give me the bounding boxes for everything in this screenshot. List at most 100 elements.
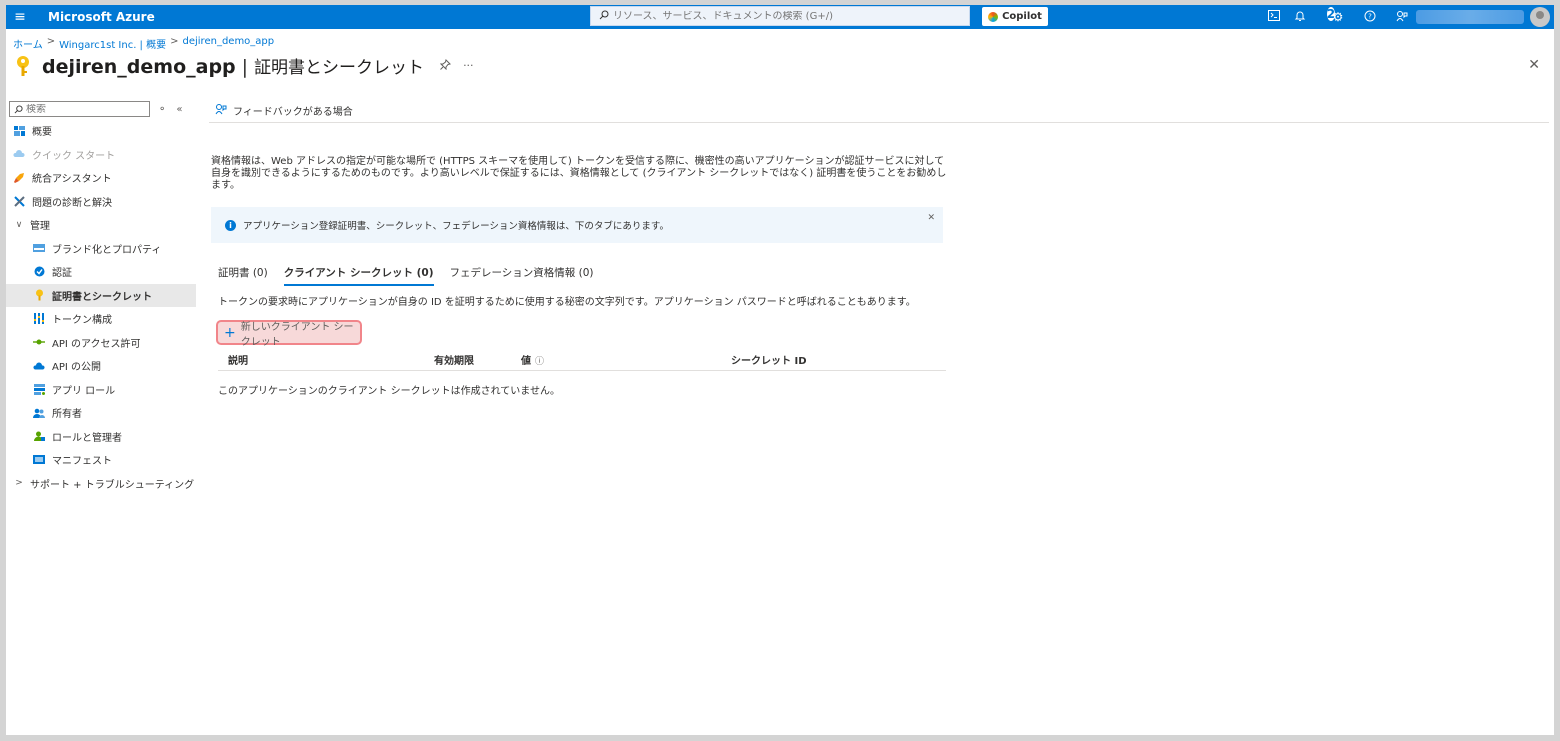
top-bar: ≡ Microsoft Azure Copilot 2 ⚙ ? <box>6 5 1554 29</box>
token-bars-icon <box>32 313 46 325</box>
close-icon[interactable]: ✕ <box>927 213 935 223</box>
column-secret-id[interactable]: シークレット ID <box>731 352 807 367</box>
sidebar-search-input[interactable] <box>26 103 136 115</box>
sidebar-item-label: 概要 <box>32 127 52 139</box>
sidebar-item-diagnose[interactable]: 問題の診断と解決 <box>6 190 196 214</box>
column-value-label: 値 <box>521 356 531 367</box>
page-title: dejiren_demo_app | 証明書とシークレット <box>42 53 424 78</box>
svg-text:?: ? <box>1368 12 1372 20</box>
info-banner: i アプリケーション登録証明書、シークレット、フェデレーション資格情報は、下のタ… <box>211 207 943 243</box>
credential-tabs: 証明書 (0) クライアント シークレット (0) フェデレーション資格情報 (… <box>218 265 610 286</box>
sidebar-item-integration-assistant[interactable]: 統合アシスタント <box>6 166 196 190</box>
sidebar-item-expose-api[interactable]: API の公開 <box>6 354 196 378</box>
feedback-label: フィードバックがある場合 <box>233 107 353 118</box>
sidebar-item-label: トークン構成 <box>52 315 112 327</box>
notifications-bell-icon[interactable]: 2 <box>1290 6 1336 25</box>
close-icon[interactable]: ✕ <box>1528 57 1540 73</box>
wrench-icon <box>12 195 26 207</box>
key-icon <box>14 54 34 78</box>
new-client-secret-label: 新しいクライアント シークレット <box>240 321 354 348</box>
sidebar-group-support[interactable]: > サポート + トラブルシューティング <box>6 472 196 496</box>
hamburger-menu-icon[interactable]: ≡ <box>8 9 32 25</box>
tab-certificates[interactable]: 証明書 (0) <box>218 265 268 286</box>
breadcrumb-home[interactable]: ホーム <box>13 36 43 51</box>
sidebar-search-row: ⚬« <box>6 99 196 119</box>
sidebar-item-manifest[interactable]: マニフェスト <box>6 448 196 472</box>
section-name: 証明書とシークレット <box>254 58 425 78</box>
more-options-icon[interactable]: ··· <box>463 59 474 72</box>
global-search-input[interactable] <box>613 10 953 22</box>
app-name: dejiren_demo_app <box>42 56 236 78</box>
sidebar-item-quickstart[interactable]: クイック スタート <box>6 143 196 167</box>
search-icon <box>599 10 609 23</box>
new-client-secret-button[interactable]: + 新しいクライアント シークレット <box>216 320 362 348</box>
sidebar-item-label: アプリ ロール <box>52 385 116 397</box>
tab-client-secrets[interactable]: クライアント シークレット (0) <box>283 265 434 286</box>
owners-people-icon <box>32 407 46 419</box>
sidebar-item-branding[interactable]: ブランド化とプロパティ <box>6 237 196 261</box>
empty-table-message: このアプリケーションのクライアント シークレットは作成されていません。 <box>218 386 560 397</box>
brand-link[interactable]: Microsoft Azure <box>48 10 155 24</box>
sidebar-item-label: マニフェスト <box>52 456 112 468</box>
main-content: フィードバックがある場合 資格情報は、Web アドレスの指定が可能な場所で (H… <box>209 99 1549 397</box>
collapse-sidebar-icon[interactable]: « <box>176 104 192 115</box>
breadcrumb-org-overview[interactable]: Wingarc1st Inc. | 概要 <box>59 36 166 51</box>
sidebar-tools: ⚬« <box>158 104 193 115</box>
info-circle-icon[interactable]: ⓘ <box>535 357 544 367</box>
sidebar-item-certificates-secrets[interactable]: 証明書とシークレット <box>6 283 196 307</box>
sidebar-item-token-configuration[interactable]: トークン構成 <box>6 307 196 331</box>
column-description[interactable]: 説明 <box>228 352 248 367</box>
sidebar-item-authentication[interactable]: 認証 <box>6 260 196 284</box>
sidebar-item-api-permissions[interactable]: API のアクセス許可 <box>6 331 196 355</box>
client-secrets-description: トークンの要求時にアプリケーションが自身の ID を証明するために使用する秘密の… <box>218 297 916 308</box>
sidebar-item-label: ロールと管理者 <box>52 432 122 444</box>
feedback-button[interactable]: フィードバックがある場合 <box>215 103 353 118</box>
client-secrets-table: 説明 有効期限 値 ⓘ シークレット ID このアプリケーションのクライアント シ… <box>218 349 946 397</box>
help-icon[interactable]: ? <box>1354 10 1386 25</box>
global-search-box[interactable] <box>590 6 970 26</box>
sidebar-item-label: 認証 <box>52 268 72 280</box>
key-icon <box>32 289 46 301</box>
sidebar-item-label: 統合アシスタント <box>32 174 112 186</box>
copilot-logo-icon <box>988 11 999 22</box>
settings-gear-icon[interactable]: ⚙ <box>1322 10 1354 24</box>
sidebar-item-overview[interactable]: 概要 <box>6 119 196 143</box>
column-value[interactable]: 値 ⓘ <box>521 352 544 367</box>
manifest-icon <box>32 454 46 466</box>
roles-admins-icon <box>32 430 46 442</box>
sidebar-item-label: 問題の診断と解決 <box>32 197 112 209</box>
sidebar-item-label: API の公開 <box>52 362 101 374</box>
page-title-row: dejiren_demo_app | 証明書とシークレット ··· <box>14 53 474 78</box>
api-permissions-icon <box>32 336 46 348</box>
sidebar: ⚬« 概要 クイック スタート 統合アシスタント 問題の診断と解決 ∨ 管理 ブ… <box>6 99 196 495</box>
feedback-icon <box>215 103 227 118</box>
chevron-down-icon: ∨ <box>15 219 23 230</box>
filter-options-icon[interactable]: ⚬ <box>158 104 176 115</box>
sidebar-item-owners[interactable]: 所有者 <box>6 401 196 425</box>
column-expires[interactable]: 有効期限 <box>434 352 474 367</box>
copilot-label: Copilot <box>1002 11 1042 22</box>
info-banner-text: アプリケーション登録証明書、シークレット、フェデレーション資格情報は、下のタブに… <box>243 221 669 232</box>
sidebar-item-label: API のアクセス許可 <box>52 338 141 350</box>
sidebar-group-manage[interactable]: ∨ 管理 <box>6 213 196 237</box>
sidebar-item-label: 管理 <box>30 221 50 233</box>
sidebar-item-label: 証明書とシークレット <box>52 291 152 303</box>
breadcrumb-separator: > <box>170 36 179 47</box>
azure-portal-window: ≡ Microsoft Azure Copilot 2 ⚙ ? <box>6 5 1554 735</box>
cloud-api-icon <box>32 360 46 372</box>
sidebar-item-app-roles[interactable]: アプリ ロール <box>6 378 196 402</box>
top-icons: 2 ⚙ ? <box>1258 5 1418 29</box>
sidebar-item-roles-admins[interactable]: ロールと管理者 <box>6 425 196 449</box>
breadcrumb-app[interactable]: dejiren_demo_app <box>183 36 275 51</box>
pin-icon[interactable] <box>439 58 452 73</box>
tab-federated-credentials[interactable]: フェデレーション資格情報 (0) <box>450 265 594 286</box>
breadcrumb-separator: > <box>46 36 56 47</box>
copilot-button[interactable]: Copilot <box>982 7 1048 26</box>
account-info-blurred[interactable] <box>1416 10 1524 24</box>
avatar[interactable] <box>1530 7 1550 27</box>
cloud-shell-icon[interactable] <box>1258 10 1290 24</box>
sidebar-search-box[interactable] <box>9 101 150 117</box>
table-header: 説明 有効期限 値 ⓘ シークレット ID <box>218 349 946 371</box>
feedback-icon[interactable] <box>1386 10 1418 25</box>
sidebar-item-label: サポート + トラブルシューティング <box>30 479 195 491</box>
